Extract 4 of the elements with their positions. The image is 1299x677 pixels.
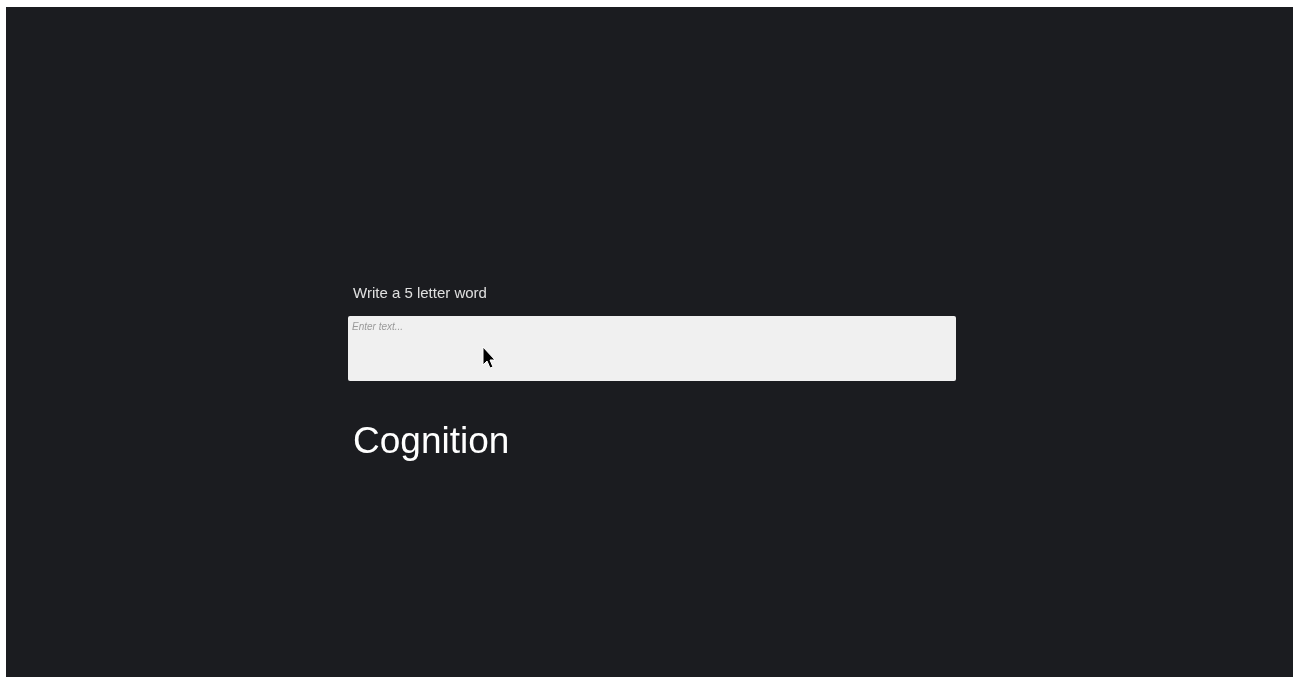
input-field[interactable]: Enter text... [348, 316, 956, 381]
mouse-pointer-icon [482, 346, 497, 370]
result-text: Cognition [353, 419, 511, 463]
prompt-label: Write a 5 letter word [353, 284, 488, 302]
